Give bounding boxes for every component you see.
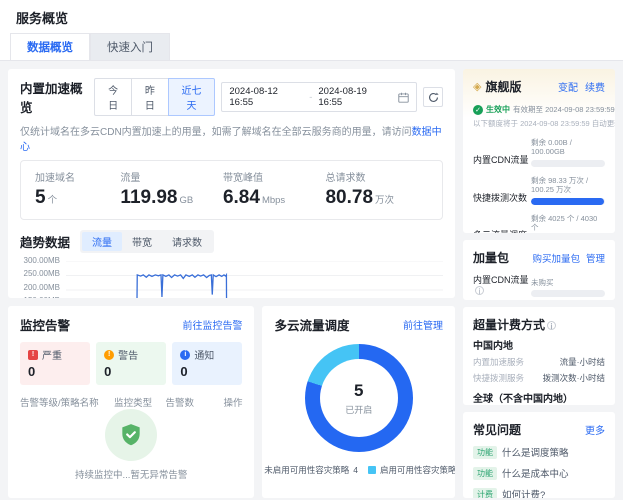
chart-plot-area[interactable]: [66, 261, 443, 298]
faq-item[interactable]: 功能 什么是调度策略: [473, 445, 605, 459]
quota-probe-count: 快捷拨测次数 剩余 98.33 万次 / 100.25 万次: [473, 176, 605, 205]
stat-bandwidth-peak: 带宽峰值 6.84Mbps: [223, 169, 326, 209]
billing-region-global: 全球（不含中国内地）: [473, 390, 605, 405]
overage-billing-panel: 超量计费方式i 中国内地 内置加速服务 流量·小时结 快捷拨测服务 拨测次数·小…: [463, 307, 615, 405]
content-area: 内置加速概览 今日 昨日 近七天 2024-08-12 16:55 - 2024…: [0, 61, 623, 500]
warning-icon: !: [104, 350, 114, 360]
faq-more-link[interactable]: 更多: [585, 422, 605, 437]
scheduling-donut-chart: 5 已开启: [305, 344, 413, 452]
info-icon[interactable]: i: [475, 286, 484, 295]
page-title: 服务概览: [16, 8, 607, 27]
severe-count: 0: [28, 364, 82, 379]
overview-note: 仅统计域名在多云CDN内置加速上的用量，如需了解域名在全部云服务商的用量，请访问…: [20, 123, 443, 153]
multicloud-scheduling-panel: 多云流量调度 前往管理 5 已开启 未启用可用性容灾策略: [262, 306, 455, 498]
shield-check-icon: [105, 409, 157, 461]
faq-item[interactable]: 计费 如何计费?: [473, 487, 605, 498]
trend-tab-traffic[interactable]: 流量: [82, 232, 122, 251]
trend-tab-group: 流量 带宽 请求数: [80, 230, 214, 253]
quota-scheduling: 多云流量调度 剩余 4025 个 / 4030 个: [473, 214, 605, 234]
donut-center-label: 已开启: [345, 403, 372, 416]
change-config-link[interactable]: 变配: [558, 79, 578, 94]
stat-domains: 加速域名 5个: [35, 169, 120, 209]
date-separator: -: [309, 92, 312, 103]
faq-panel: 常见问题 更多 功能 什么是调度策略 功能 什么是成本中心 计费 如何计费? 计…: [463, 412, 615, 498]
info-icon[interactable]: i: [547, 321, 556, 330]
buy-addon-link[interactable]: 购买加量包: [532, 251, 580, 265]
donut-legend: 未启用可用性容灾策略 4 启用可用性容灾策略 1: [262, 464, 455, 476]
active-check-icon: ✓: [473, 105, 483, 115]
warning-alert-card: !警告 0: [96, 342, 166, 385]
alerts-empty-text: 持续监控中...暂无异常告警: [20, 467, 242, 481]
legend-item-enabled: 启用可用性容灾策略 1: [368, 464, 455, 476]
billing-title: 超量计费方式i: [473, 316, 605, 333]
filter-yesterday-button[interactable]: 昨日: [131, 78, 169, 116]
filter-today-button[interactable]: 今日: [94, 78, 132, 116]
chart-y-axis: 300.00MB 250.00MB 200.00MB 150.00MB 100.…: [20, 257, 66, 298]
trend-tab-requests[interactable]: 请求数: [162, 232, 212, 251]
go-to-manage-link[interactable]: 前往管理: [403, 317, 443, 332]
date-range-picker[interactable]: 2024-08-12 16:55 - 2024-08-19 16:55: [221, 82, 417, 112]
notice-icon: i: [180, 350, 190, 360]
addon-panel: 加量包 购买加量包 管理 内置CDN流量i 未购买: [463, 240, 615, 300]
refresh-button[interactable]: [423, 87, 443, 107]
plan-valid-until: 有效期至 2024-09-08 23:59:59: [513, 104, 615, 115]
scheduling-title: 多云流量调度: [274, 315, 349, 334]
traffic-trend-chart: 300.00MB 250.00MB 200.00MB 150.00MB 100.…: [20, 261, 443, 298]
billing-region-cn: 中国内地: [473, 337, 605, 352]
alerts-title: 监控告警: [20, 315, 70, 334]
billing-row: 内置加速服务 流量·小时结: [473, 356, 605, 368]
plan-diamond-icon: ◈: [473, 80, 481, 93]
faq-item[interactable]: 功能 什么是成本中心: [473, 466, 605, 480]
plan-status: 生效中: [486, 104, 510, 115]
legend-item-disabled: 未启用可用性容灾策略 4: [262, 464, 358, 476]
stat-total-requests: 总请求数 80.78万次: [325, 169, 428, 209]
go-to-alerts-link[interactable]: 前往监控告警: [182, 317, 242, 332]
monitoring-alerts-panel: 监控告警 前往监控告警 !严重 0 !警告 0 i通知 0: [8, 306, 254, 498]
notice-count: 0: [180, 364, 234, 379]
date-start: 2024-08-12 16:55: [229, 86, 303, 108]
quota-cdn-traffic: 内置CDN流量 剩余 0.00B / 100.00GB: [473, 138, 605, 167]
faq-title: 常见问题: [473, 421, 521, 438]
warning-count: 0: [104, 364, 158, 379]
page-header: 服务概览: [0, 0, 623, 33]
section-title-overview: 内置加速概览: [20, 78, 94, 116]
renew-link[interactable]: 续费: [585, 79, 605, 94]
date-end: 2024-08-19 16:55: [318, 86, 392, 108]
addon-title: 加量包: [473, 249, 509, 266]
trend-title: 趋势数据: [20, 232, 70, 251]
plan-panel: ◈ 旗舰版 变配 续费 ✓ 生效中 有效期至 2024-09-08 23:59:…: [463, 69, 615, 233]
stat-traffic: 流量 119.98GB: [120, 169, 223, 209]
plan-name: 旗舰版: [485, 78, 521, 95]
billing-row: 快捷拨测服务 拨测次数·小时结: [473, 372, 605, 384]
severe-alert-card: !严重 0: [20, 342, 90, 385]
donut-center-value: 5: [354, 381, 363, 401]
filter-7days-button[interactable]: 近七天: [168, 78, 216, 116]
trend-tab-bandwidth[interactable]: 带宽: [122, 232, 162, 251]
severe-icon: !: [28, 350, 38, 360]
stats-summary: 加速域名 5个 流量 119.98GB 带宽峰值 6.84Mbps 总请求数 8…: [20, 160, 443, 220]
alerts-empty-state: 持续监控中...暂无异常告警: [20, 409, 242, 481]
manage-addon-link[interactable]: 管理: [586, 251, 605, 265]
main-tabs: 数据概览 快速入门: [0, 33, 623, 61]
builtin-acceleration-panel: 内置加速概览 今日 昨日 近七天 2024-08-12 16:55 - 2024…: [8, 69, 455, 298]
tab-data-overview[interactable]: 数据概览: [10, 33, 90, 60]
legend-swatch-enabled: [368, 466, 376, 474]
refresh-icon: [428, 92, 439, 103]
tab-quick-start[interactable]: 快速入门: [90, 33, 170, 60]
notice-alert-card: i通知 0: [172, 342, 242, 385]
calendar-icon[interactable]: [398, 92, 409, 103]
alerts-table-header: 告警等级/策略名称 监控类型 告警数 操作: [20, 395, 242, 409]
plan-renew-note: 以下额度将于 2024-09-08 23:59:59 自动更新: [473, 118, 605, 129]
addon-cdn-traffic-row: 内置CDN流量i 未购买: [473, 273, 605, 297]
